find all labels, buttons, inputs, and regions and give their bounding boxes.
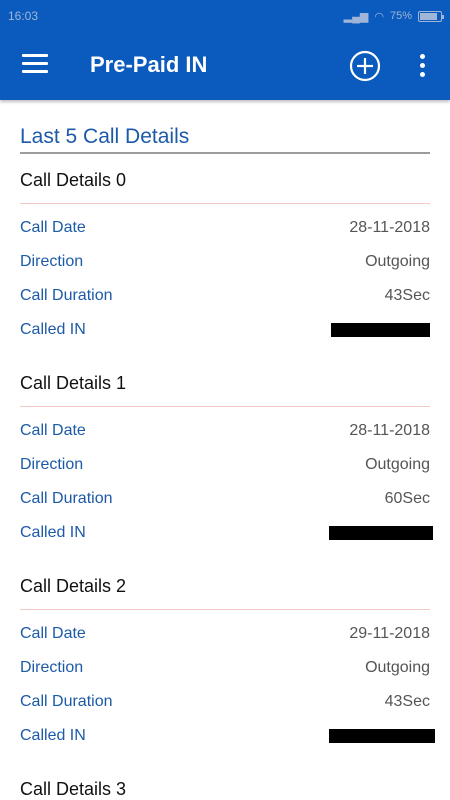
call-duration-value: 60Sec [384, 490, 430, 507]
redacted-number [329, 526, 433, 540]
battery-icon [418, 10, 444, 22]
call-date-label: Call Date [20, 625, 86, 642]
hamburger-menu-icon[interactable] [22, 54, 48, 76]
call-detail-header: Call Details 2 [20, 560, 430, 610]
called-in-row: Called IN [20, 313, 430, 347]
wifi-icon: ◠ [374, 10, 384, 23]
called-in-row: Called IN [20, 719, 435, 753]
call-date-row: Call Date 29-11-2018 [20, 617, 430, 651]
add-circle-icon[interactable] [349, 50, 381, 82]
direction-value: Outgoing [365, 253, 430, 270]
call-date-value: 28-11-2018 [349, 422, 430, 439]
call-detail-header: Call Details 3 [20, 763, 430, 800]
call-details-list: Last 5 Call Details Call Details 0 Call … [20, 100, 435, 800]
call-detail-card: Call Details 0 Call Date 28-11-2018 Dire… [20, 154, 430, 347]
signal-icon: ▂▄▆ [343, 10, 369, 23]
called-in-label: Called IN [20, 727, 86, 744]
direction-row: Direction Outgoing [20, 245, 430, 279]
direction-label: Direction [20, 456, 84, 473]
direction-value: Outgoing [365, 456, 430, 473]
direction-value: Outgoing [365, 659, 430, 676]
call-duration-row: Call Duration 43Sec [20, 279, 430, 313]
call-date-row: Call Date 28-11-2018 [20, 211, 430, 245]
direction-row: Direction Outgoing [20, 448, 430, 482]
status-icons: ▂▄▆ ◠ 75% [343, 10, 444, 23]
called-in-label: Called IN [20, 321, 86, 338]
battery-percent: 75% [389, 10, 412, 22]
call-detail-card: Call Details 2 Call Date 29-11-2018 Dire… [20, 560, 435, 753]
call-date-label: Call Date [20, 219, 86, 236]
call-duration-label: Call Duration [20, 490, 113, 507]
call-detail-card: Call Details 1 Call Date 28-11-2018 Dire… [20, 357, 433, 550]
status-time: 16:03 [8, 9, 39, 23]
call-detail-card: Call Details 3 [20, 763, 430, 800]
call-detail-header: Call Details 0 [20, 154, 430, 204]
redacted-number [329, 729, 435, 743]
call-duration-label: Call Duration [20, 693, 113, 710]
status-bar: 16:03 ▂▄▆ ◠ 75% [0, 0, 450, 32]
call-detail-header: Call Details 1 [20, 357, 430, 407]
call-duration-row: Call Duration 60Sec [20, 482, 430, 516]
call-duration-row: Call Duration 43Sec [20, 685, 430, 719]
direction-label: Direction [20, 253, 84, 270]
call-duration-value: 43Sec [384, 287, 430, 304]
section-title: Last 5 Call Details [20, 124, 430, 154]
app-bar: Pre-Paid IN [0, 32, 450, 100]
call-duration-value: 43Sec [384, 693, 430, 710]
direction-row: Direction Outgoing [20, 651, 430, 685]
call-date-label: Call Date [20, 422, 86, 439]
more-vertical-icon[interactable] [418, 54, 426, 78]
call-date-value: 28-11-2018 [349, 219, 430, 236]
redacted-number [331, 323, 430, 337]
page-title: Pre-Paid IN [90, 52, 208, 77]
direction-label: Direction [20, 659, 84, 676]
call-date-row: Call Date 28-11-2018 [20, 414, 430, 448]
called-in-row: Called IN [20, 516, 433, 550]
call-date-value: 29-11-2018 [349, 625, 430, 642]
call-duration-label: Call Duration [20, 287, 113, 304]
called-in-label: Called IN [20, 524, 86, 541]
